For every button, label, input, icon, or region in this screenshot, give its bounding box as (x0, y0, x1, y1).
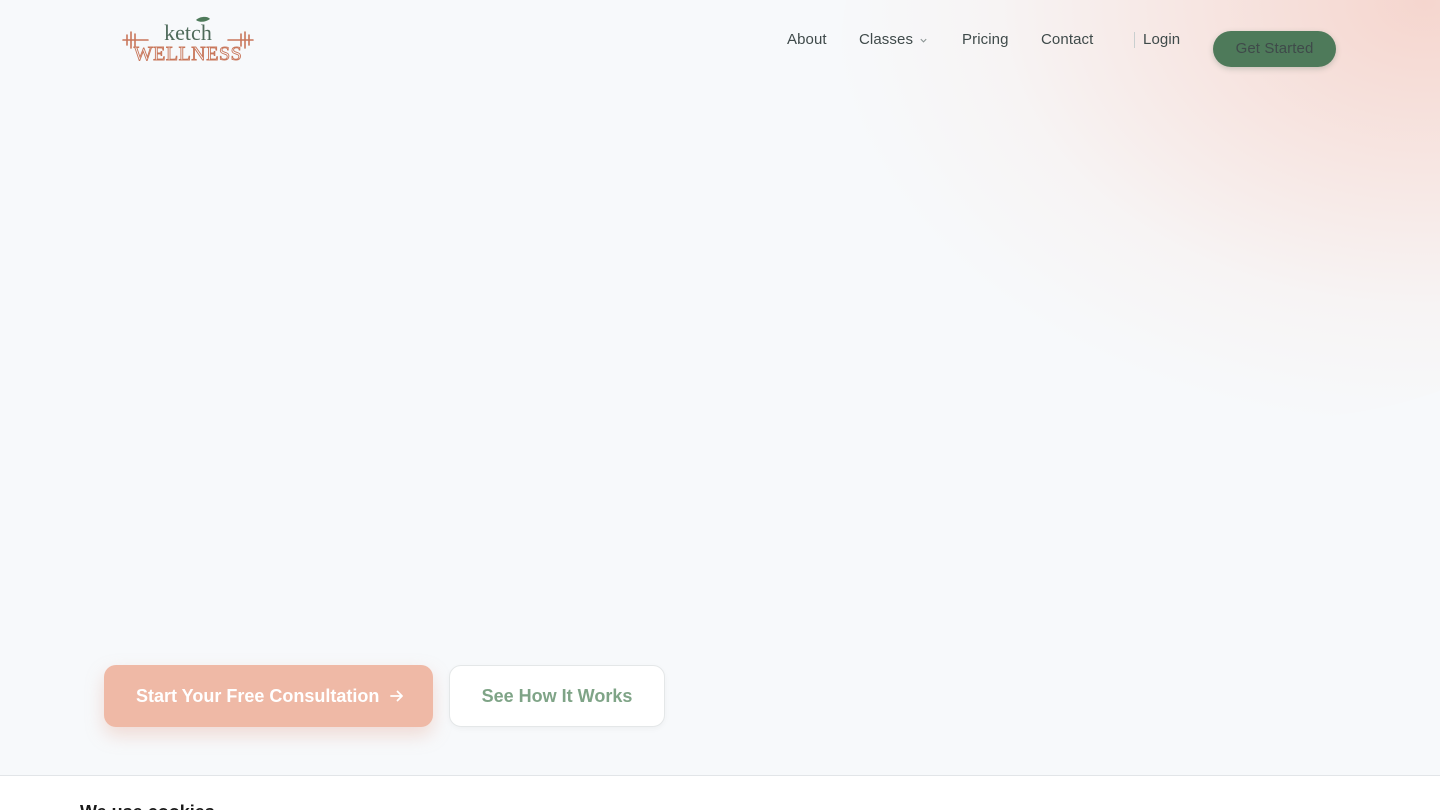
nav-contact[interactable]: Contact (1041, 31, 1093, 48)
nav-classes[interactable]: Classes (859, 31, 928, 48)
get-started-button[interactable]: Get Started (1213, 31, 1336, 67)
start-consultation-label: Start Your Free Consultation (136, 686, 380, 706)
nav-login[interactable]: Login (1143, 31, 1180, 48)
nav-divider (1134, 32, 1135, 48)
chevron-down-icon (920, 38, 927, 43)
cookie-banner: We use cookies (0, 775, 1440, 810)
page: ketch WELLNESS About Classes Pricing Con… (0, 0, 1440, 810)
nav-pricing[interactable]: Pricing (962, 31, 1009, 48)
nav-classes-label: Classes (859, 31, 914, 48)
see-how-it-works-button[interactable]: See How It Works (449, 665, 665, 727)
main-nav: About Classes Pricing Contact Login Get … (0, 22, 1440, 67)
site-header: ketch WELLNESS About Classes Pricing Con… (0, 0, 1440, 80)
nav-about[interactable]: About (787, 31, 827, 48)
arrow-right-icon (390, 690, 404, 702)
cookie-title: We use cookies (80, 802, 215, 810)
start-consultation-button[interactable]: Start Your Free Consultation (104, 665, 433, 727)
